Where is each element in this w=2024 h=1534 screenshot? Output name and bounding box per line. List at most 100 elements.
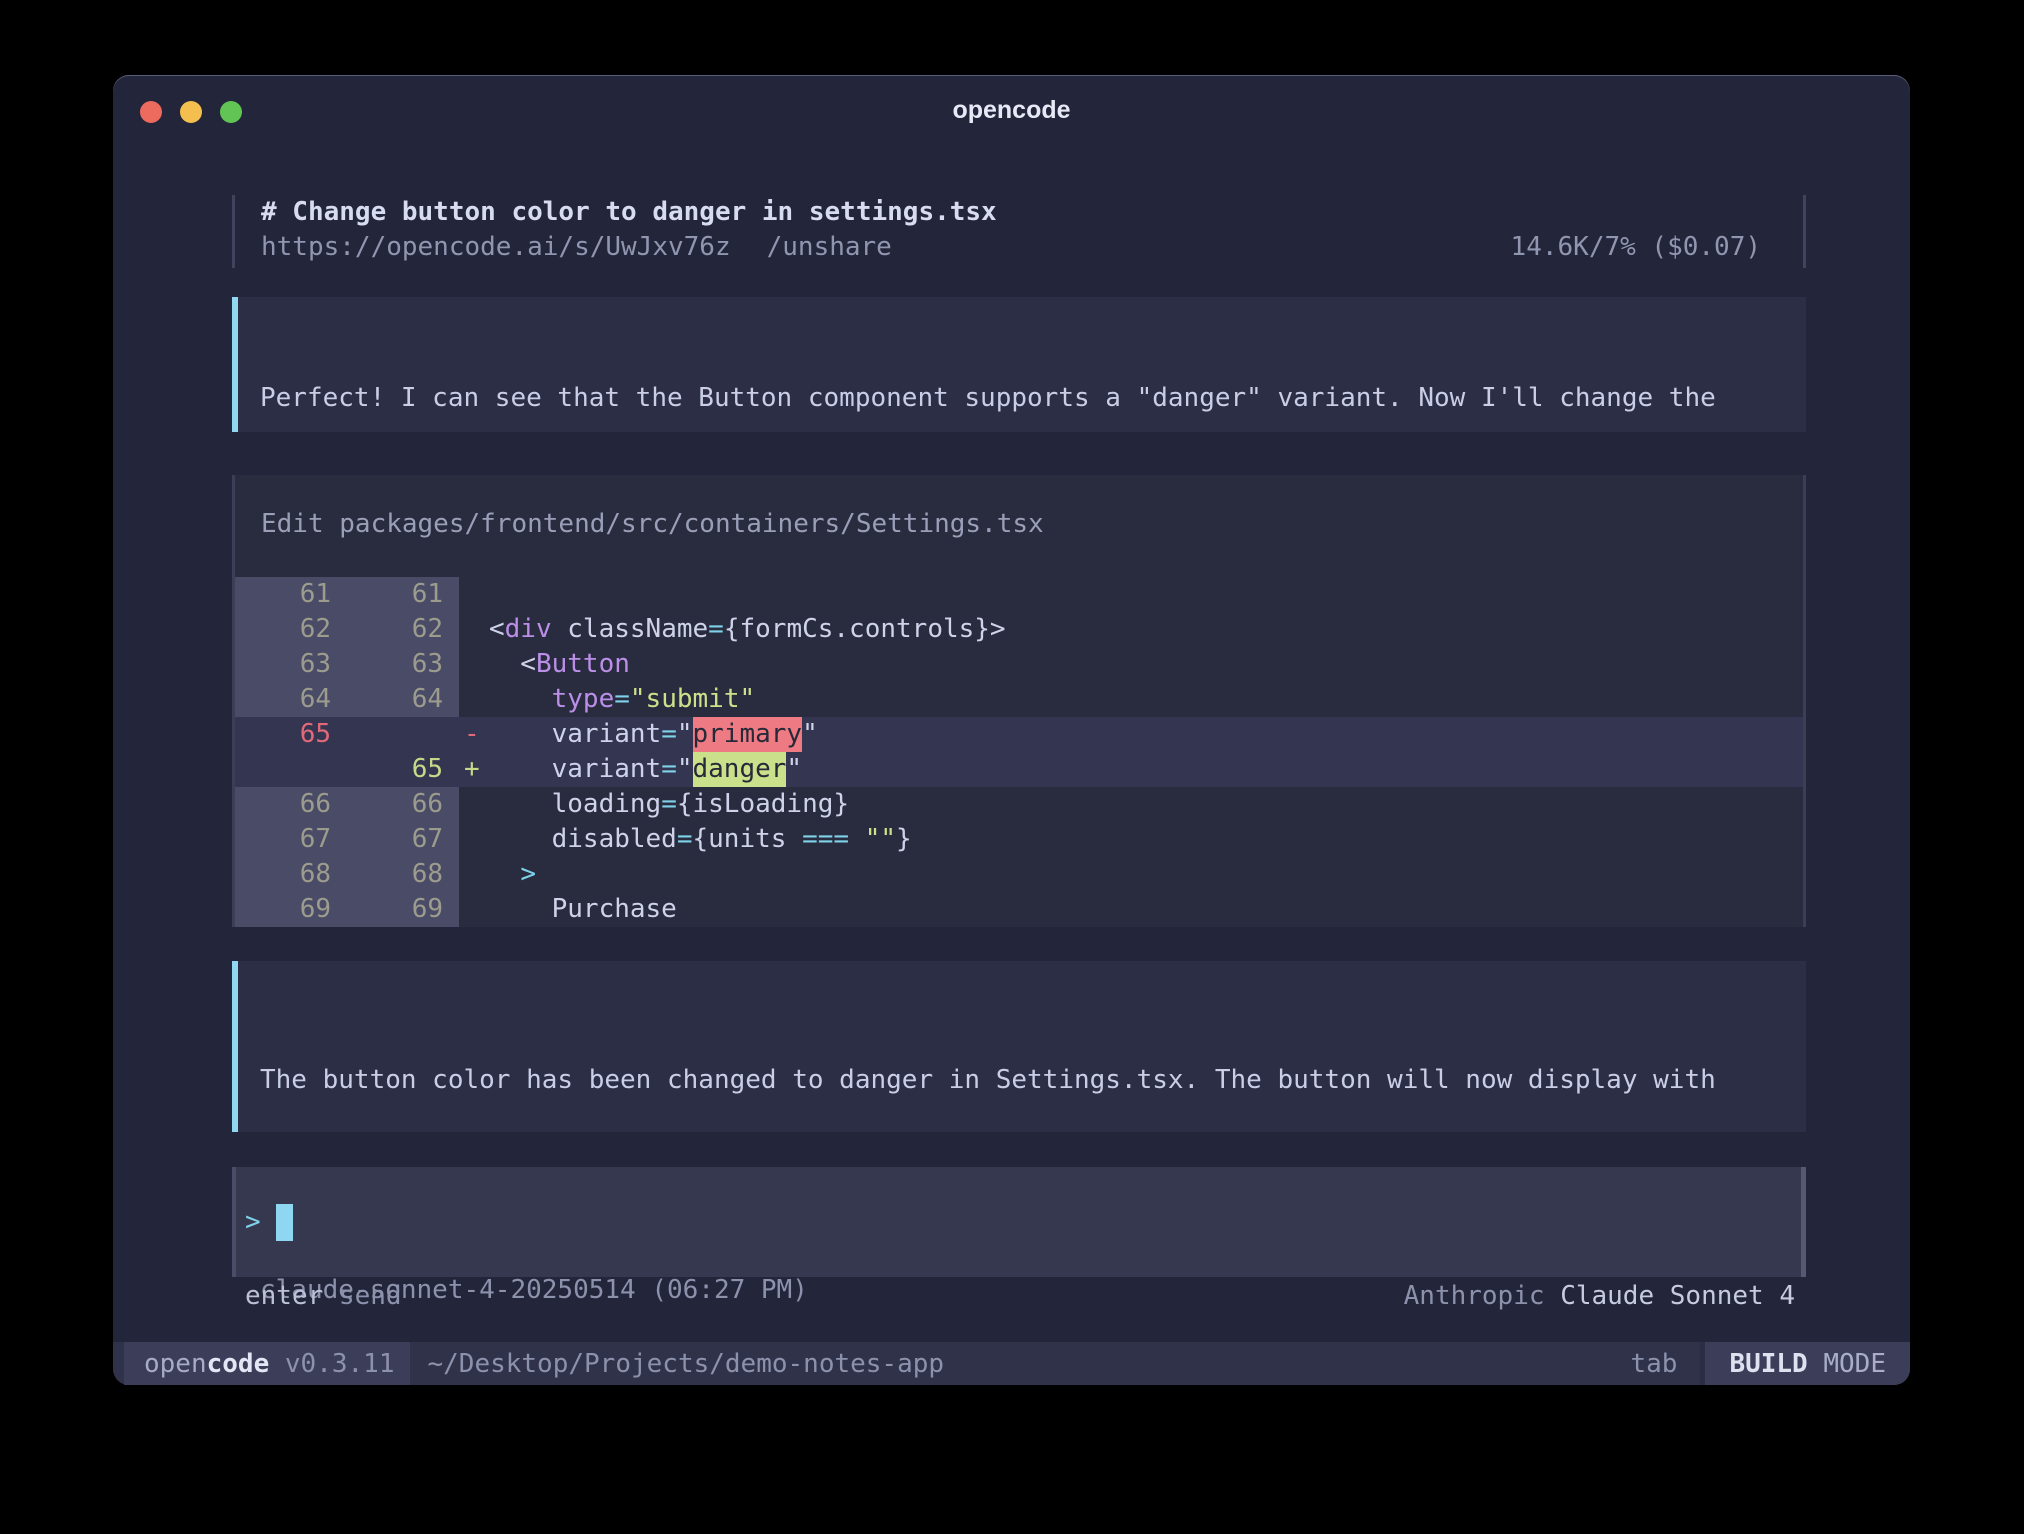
- assistant-message: Perfect! I can see that the Button compo…: [232, 297, 1806, 432]
- new-line-number: 61: [347, 577, 459, 612]
- code-token: =: [677, 824, 693, 854]
- status-bar-right: tab BUILD MODE: [1630, 1342, 1910, 1385]
- window-titlebar[interactable]: opencode: [113, 75, 1910, 145]
- status-bar: opencode v0.3.11 ~/Desktop/Projects/demo…: [113, 1342, 1910, 1385]
- input-footer: enter send Anthropic Claude Sonnet 4: [232, 1278, 1806, 1314]
- new-line-number: 65: [347, 752, 459, 787]
- diff-row: 6161: [235, 577, 1803, 612]
- diff-marker: [459, 822, 489, 857]
- new-line-number: 69: [347, 892, 459, 927]
- tab-key-hint: tab: [1630, 1349, 1677, 1379]
- code-token: className: [552, 614, 709, 644]
- code-token: loading: [489, 789, 661, 819]
- code-token: [489, 859, 520, 889]
- code-token: "submit": [630, 684, 755, 714]
- new-line-number: 66: [347, 787, 459, 822]
- new-line-number: 67: [347, 822, 459, 857]
- diff-code-line: type="submit": [489, 682, 1803, 717]
- code-token: <: [489, 649, 536, 679]
- code-token: ===: [802, 824, 849, 854]
- mode-name: BUILD: [1729, 1349, 1807, 1379]
- prompt-symbol: >: [245, 1207, 261, 1237]
- diff-row: 6868 >: [235, 857, 1803, 892]
- provider-label: Anthropic: [1404, 1281, 1561, 1311]
- code-token: {isLoading}: [677, 789, 849, 819]
- enter-hint: enter send: [232, 1278, 402, 1314]
- mode-word: MODE: [1808, 1349, 1886, 1379]
- code-token: =: [661, 719, 677, 749]
- old-line-number: [235, 752, 347, 787]
- send-label: send: [323, 1281, 401, 1311]
- app-version-badge: opencode v0.3.11: [124, 1342, 410, 1385]
- diff-row: 6969 Purchase: [235, 892, 1803, 927]
- diff-row: 6767 disabled={units === ""}: [235, 822, 1803, 857]
- old-line-number: 62: [235, 612, 347, 647]
- model-label: Claude Sonnet 4: [1560, 1281, 1795, 1311]
- code-token: ": [677, 754, 693, 784]
- diff-row: 6262 <div className={formCs.controls}>: [235, 612, 1803, 647]
- diff-code-line: loading={isLoading}: [489, 787, 1803, 822]
- code-token: Purchase: [489, 894, 677, 924]
- app-version: v0.3.11: [269, 1349, 394, 1379]
- unshare-command[interactable]: /unshare: [767, 230, 892, 265]
- message-line: Perfect! I can see that the Button compo…: [260, 381, 1806, 416]
- code-token: variant: [489, 754, 661, 784]
- model-indicator: Anthropic Claude Sonnet 4: [1404, 1278, 1806, 1314]
- code-token: =: [614, 684, 630, 714]
- diff-marker: [459, 682, 489, 717]
- app-name-bold: code: [207, 1349, 270, 1379]
- code-token: ": [786, 754, 802, 784]
- message-line: The button color has been changed to dan…: [260, 1063, 1806, 1098]
- diff-view: 61616262<div className={formCs.controls}…: [235, 577, 1803, 927]
- code-token: div: [505, 614, 552, 644]
- diff-marker: [459, 577, 489, 612]
- diff-marker: [459, 787, 489, 822]
- code-token: primary: [693, 717, 803, 752]
- session-subheader: https://opencode.ai/s/UwJxv76z /unshare …: [261, 230, 1803, 265]
- code-token: ": [677, 719, 693, 749]
- app-name-regular: open: [144, 1349, 207, 1379]
- code-token: disabled: [489, 824, 677, 854]
- session-title: # Change button color to danger in setti…: [261, 195, 1803, 230]
- code-token: =: [661, 754, 677, 784]
- diff-marker: [459, 857, 489, 892]
- diff-code-line: >: [489, 857, 1803, 892]
- token-cost-stats: 14.6K/7% ($0.07): [1511, 230, 1803, 265]
- old-line-number: 64: [235, 682, 347, 717]
- code-token: danger: [693, 752, 787, 787]
- share-url-link[interactable]: https://opencode.ai/s/UwJxv76z: [261, 230, 731, 265]
- code-token: {units: [693, 824, 803, 854]
- new-line-number: 68: [347, 857, 459, 892]
- session-header: # Change button color to danger in setti…: [232, 195, 1806, 268]
- diff-row: 65+ variant="danger": [235, 752, 1803, 787]
- diff-marker: +: [459, 752, 489, 787]
- text-cursor: [276, 1204, 293, 1241]
- prompt-input[interactable]: >: [232, 1167, 1806, 1277]
- edit-tool-title: Edit packages/frontend/src/containers/Se…: [235, 475, 1803, 577]
- diff-code-line: disabled={units === ""}: [489, 822, 1803, 857]
- old-line-number: 65: [235, 717, 347, 752]
- diff-code-line: <div className={formCs.controls}>: [489, 612, 1803, 647]
- code-token: [489, 684, 552, 714]
- code-token: variant: [489, 719, 661, 749]
- new-line-number: 63: [347, 647, 459, 682]
- diff-code-line: Purchase: [489, 892, 1803, 927]
- screen: opencode # Change button color to danger…: [0, 0, 2024, 1534]
- code-token: }: [896, 824, 912, 854]
- diff-code-line: variant="danger": [489, 752, 1803, 787]
- diff-code-line: variant="primary": [489, 717, 1803, 752]
- mode-badge: BUILD MODE: [1700, 1342, 1910, 1385]
- code-token: ": [802, 719, 818, 749]
- assistant-message: The button color has been changed to dan…: [232, 961, 1806, 1132]
- diff-marker: [459, 612, 489, 647]
- old-line-number: 63: [235, 647, 347, 682]
- code-token: >: [520, 859, 536, 889]
- new-line-number: 62: [347, 612, 459, 647]
- old-line-number: 69: [235, 892, 347, 927]
- new-line-number: [347, 717, 459, 752]
- diff-row: 6666 loading={isLoading}: [235, 787, 1803, 822]
- diff-row: 6363 <Button: [235, 647, 1803, 682]
- opencode-window: opencode # Change button color to danger…: [113, 75, 1910, 1385]
- old-line-number: 61: [235, 577, 347, 612]
- code-token: {formCs.controls}>: [724, 614, 1006, 644]
